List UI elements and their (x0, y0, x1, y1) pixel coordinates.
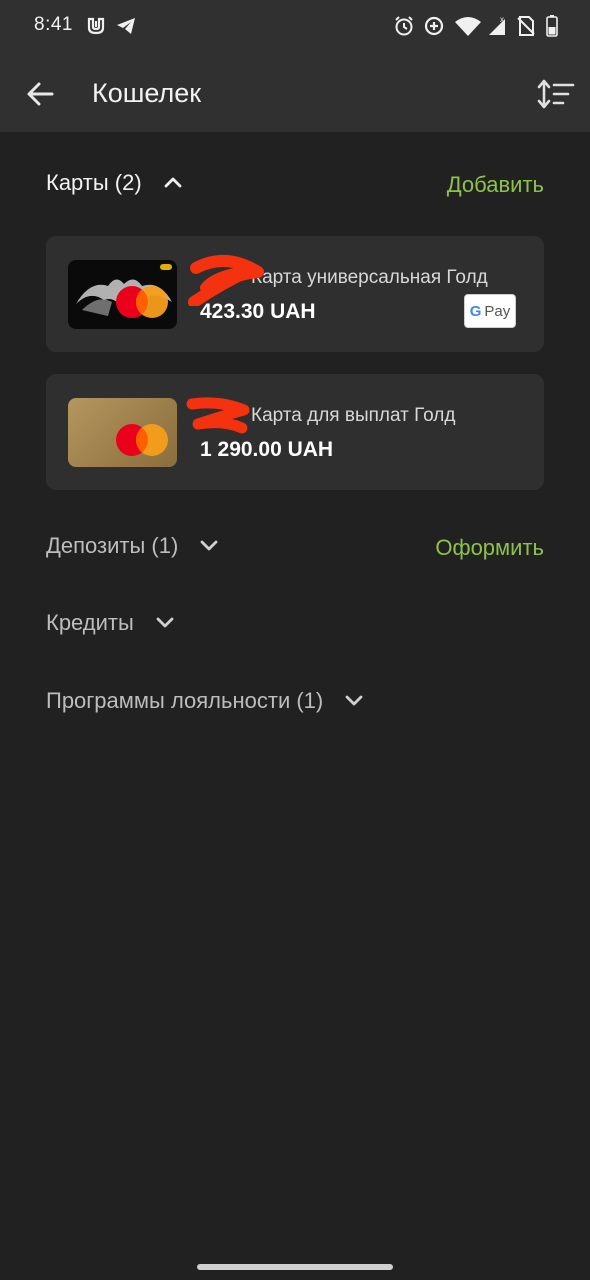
wifi-icon (455, 17, 481, 36)
credits-section-toggle[interactable]: Кредиты (46, 610, 176, 636)
data-saver-icon (424, 16, 444, 36)
google-pay-label: Pay (484, 302, 511, 320)
redaction-mark (186, 397, 250, 434)
card-name: Карта для выплат Голд (251, 405, 456, 426)
no-sim-icon (517, 16, 535, 36)
sort-icon[interactable] (536, 76, 576, 112)
chevron-down-icon (345, 695, 363, 706)
redaction-mark (188, 254, 264, 306)
chevron-down-icon (201, 540, 218, 551)
mi-home-icon (87, 17, 105, 35)
google-g-icon: G (469, 302, 482, 320)
card-item[interactable]: Карта универсальная Голд 423.30 UAH G Pay (46, 236, 544, 352)
battery-icon (546, 15, 558, 37)
card-name: Карта универсальная Голд (251, 267, 488, 288)
cards-section-title: Карты (2) (46, 170, 142, 195)
credits-section-title: Кредиты (46, 610, 134, 635)
deposits-section-toggle[interactable]: Депозиты (1) (46, 533, 220, 559)
loyalty-section-title: Программы лояльности (1) (46, 688, 324, 713)
svg-text:x: x (500, 15, 504, 24)
chevron-up-icon (164, 177, 182, 188)
open-deposit-button[interactable]: Оформить (435, 535, 544, 561)
clock: 8:41 (34, 14, 73, 35)
card-balance: 1 290.00 UAH (200, 438, 334, 461)
card-image-batman (68, 260, 177, 329)
telegram-icon (117, 18, 135, 34)
back-arrow-icon[interactable] (22, 76, 58, 112)
signal-icon: x (489, 15, 505, 35)
alarm-icon (395, 16, 413, 36)
app-bar: Кошелек (0, 54, 590, 132)
cards-section-toggle[interactable]: Карты (2) (46, 170, 184, 196)
add-card-button[interactable]: Добавить (447, 172, 544, 198)
home-indicator[interactable] (197, 1264, 393, 1270)
google-pay-badge: G Pay (464, 294, 516, 328)
page-title: Кошелек (92, 78, 202, 108)
status-bar: 8:41 x (0, 0, 590, 54)
deposits-section-title: Депозиты (1) (46, 533, 179, 558)
chevron-down-icon (156, 617, 174, 628)
card-image-gold (68, 398, 177, 467)
card-item[interactable]: Карта для выплат Голд 1 290.00 UAH (46, 374, 544, 490)
loyalty-section-toggle[interactable]: Программы лояльности (1) (46, 688, 365, 714)
